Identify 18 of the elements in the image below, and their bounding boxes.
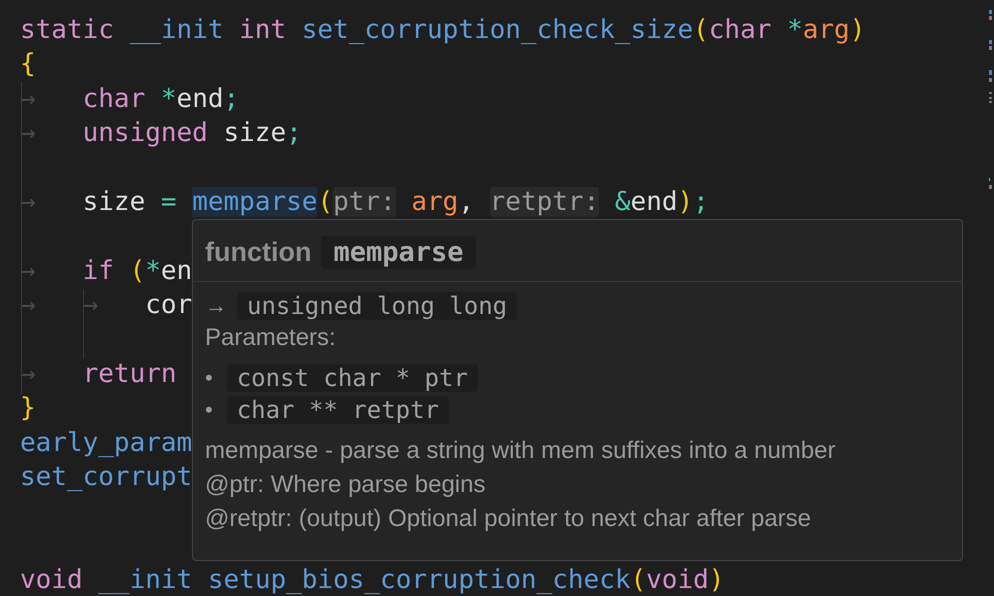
code-line: void __init setup_bios_corruption_check(void) [20, 564, 724, 596]
code-line: early_param [20, 426, 192, 460]
list-bullet: • [205, 397, 213, 423]
list-bullet: • [205, 365, 213, 391]
return-arrow: → [205, 293, 227, 319]
description-text: memparse - parse a string with mem suffixes into a number [205, 436, 836, 466]
description-text: @retptr: (output) Optional pointer to next char after parse [205, 504, 811, 534]
code-line: set_corrupt [20, 461, 192, 494]
parameter-type: const char * ptr [226, 364, 478, 392]
return-type: unsigned long long [237, 292, 518, 320]
parameter-type: char ** retptr [226, 396, 449, 424]
symbol-kind: function [205, 237, 312, 268]
description-text: @ptr: Where parse begins [205, 470, 486, 500]
parameters-label: Parameters: [205, 324, 337, 352]
symbol-name: memparse [321, 236, 476, 269]
code-line: } [20, 392, 36, 426]
code-line: { [20, 48, 36, 82]
code-line: static __init int set_corruption_check_size(char *arg) [20, 14, 866, 47]
